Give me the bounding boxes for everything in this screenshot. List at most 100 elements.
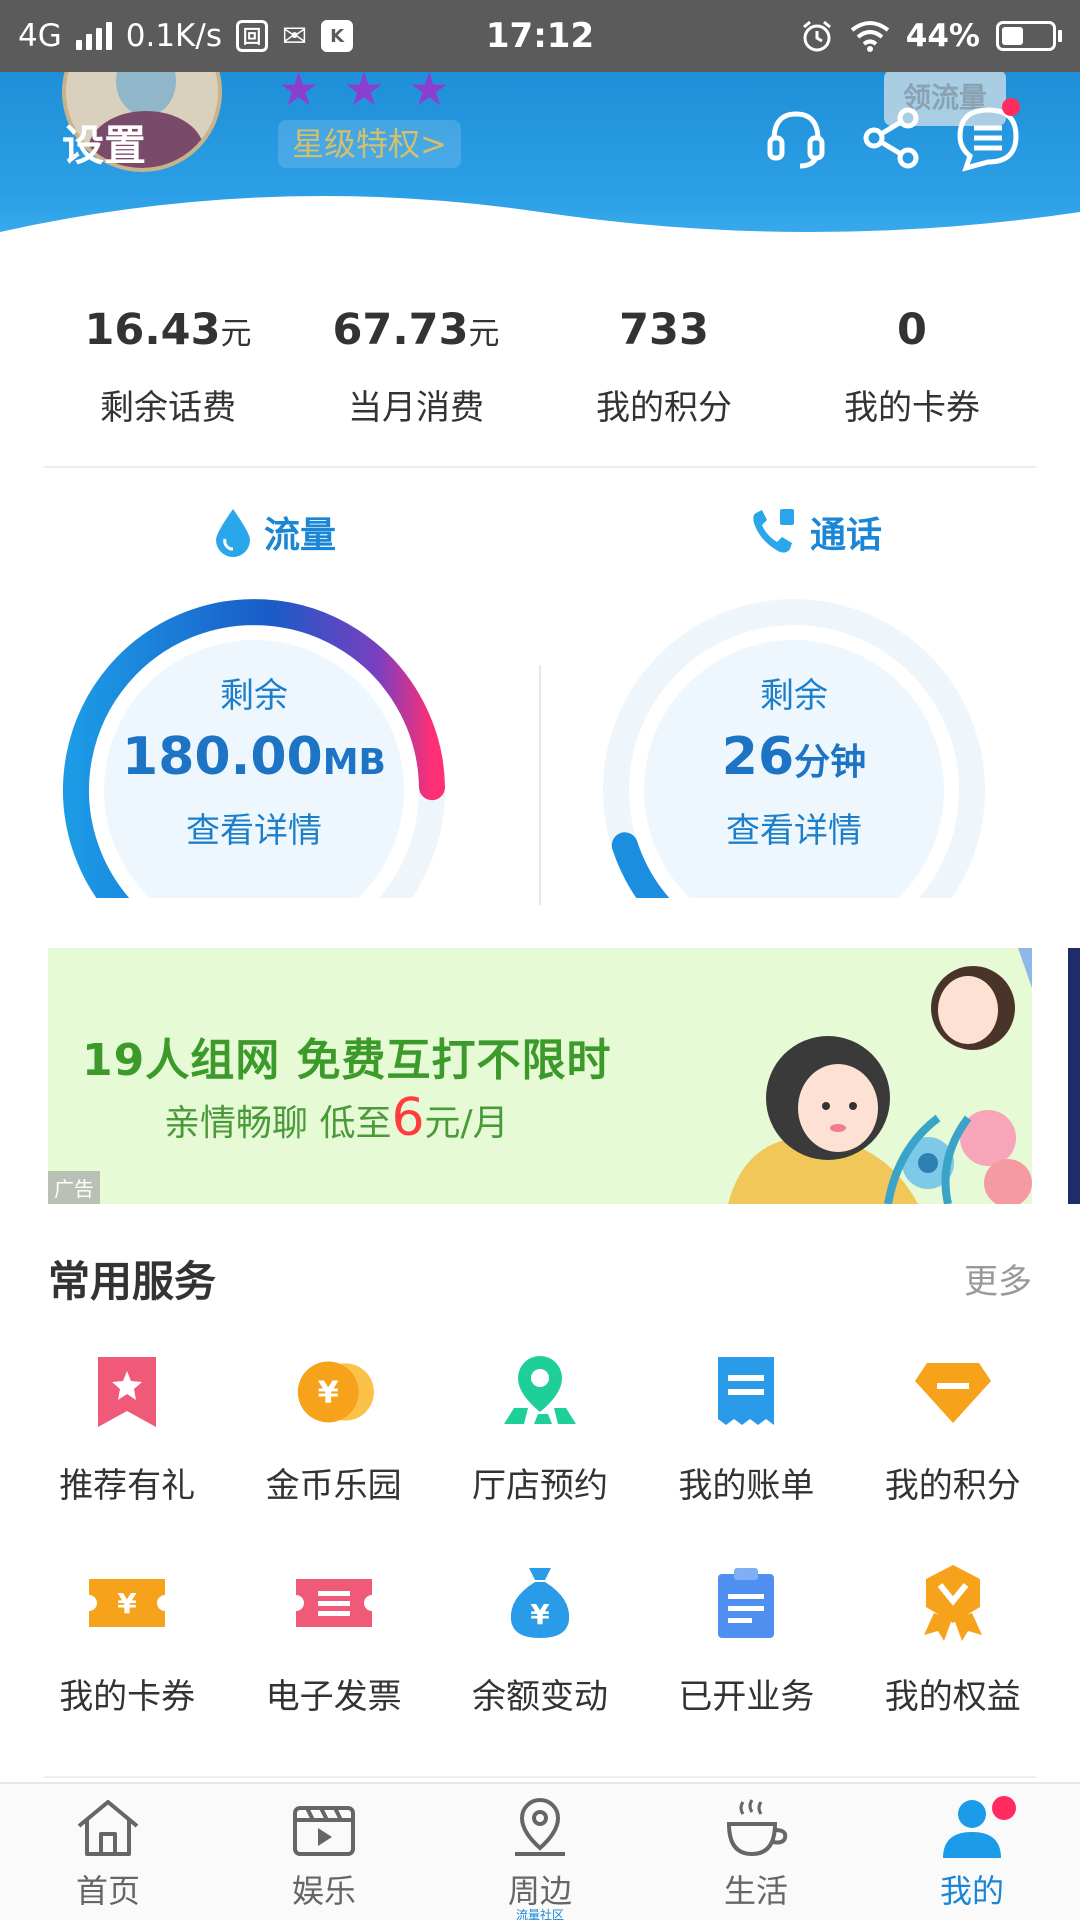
data-unit: MB: [322, 742, 386, 783]
bottom-tab-bar: 首页 娱乐 周边 流量社区 生活 我的: [0, 1782, 1080, 1920]
profile-header: ★ ★ ★ 设置 星级特权> 领流量: [0, 72, 1080, 272]
money-bag-icon: ¥: [510, 1568, 570, 1638]
stat-coupons[interactable]: 0 我的卡券: [788, 300, 1036, 466]
service-label: 我的积分: [884, 1466, 1021, 1506]
service-item-active-services[interactable]: 已开业务: [643, 1563, 849, 1718]
service-item-benefits[interactable]: 我的权益: [850, 1563, 1056, 1718]
service-label: 推荐有礼: [59, 1466, 196, 1506]
call-unit: 分钟: [794, 742, 867, 783]
stat-value: 67.73: [332, 305, 469, 355]
home-icon: [77, 1800, 139, 1856]
services-header: 常用服务 更多: [48, 1248, 1032, 1308]
stat-unit: 元: [220, 316, 252, 352]
call-gauge-label: 通话: [810, 515, 883, 556]
diamond-points-icon: [914, 1363, 991, 1423]
data-remaining-value: 180.00MB: [104, 717, 404, 803]
tab-label: 首页: [75, 1872, 140, 1910]
service-label: 金币乐园: [265, 1466, 402, 1506]
tab-mine[interactable]: 我的: [864, 1784, 1080, 1920]
services-grid: 推荐有礼 ¥ 金币乐园 厅店预约 我的账单 我的积分 ¥ 我的卡券 电子发票 ¥: [24, 1352, 1056, 1718]
star-rating: ★ ★ ★: [278, 72, 450, 116]
service-label: 厅店预约: [471, 1466, 608, 1506]
star-icon: ★: [343, 72, 385, 116]
map-pin-icon: [515, 1797, 565, 1856]
stat-value: 733: [619, 305, 709, 355]
stat-label: 剩余话费: [100, 388, 236, 428]
call-gauge-title: 通话: [750, 506, 882, 558]
data-value: 180.00: [122, 727, 323, 787]
ad-tag: 广告: [48, 1171, 100, 1204]
data-detail-link[interactable]: 查看详情: [104, 803, 404, 852]
banner-sub-before: 亲情畅聊 低至: [164, 1103, 392, 1144]
call-remaining-value: 26分钟: [644, 717, 944, 803]
stat-unit: 元: [468, 316, 500, 352]
share-icon[interactable]: [856, 102, 928, 174]
store-location-icon: [503, 1356, 576, 1424]
banner-subline: 亲情畅聊 低至6元/月: [164, 1088, 509, 1148]
service-label: 余额变动: [471, 1677, 608, 1717]
data-gauge[interactable]: 剩余 180.00MB 查看详情: [44, 580, 464, 920]
alarm-icon: [802, 20, 831, 52]
notification-dot: [992, 1796, 1016, 1820]
stat-value: 0: [897, 305, 927, 355]
service-item-bill[interactable]: 我的账单: [643, 1352, 849, 1507]
header-wave: [0, 196, 1080, 272]
video-clapper-icon: [293, 1806, 355, 1856]
tab-home[interactable]: 首页: [0, 1784, 216, 1920]
service-item-balance-change[interactable]: ¥ 余额变动: [437, 1563, 643, 1718]
data-gauge-text: 剩余 180.00MB 查看详情: [104, 668, 404, 852]
remaining-label: 剩余: [760, 676, 828, 716]
star-icon: ★: [278, 72, 320, 116]
next-banner-peek: [1068, 948, 1080, 1204]
services-more-link[interactable]: 更多: [964, 1254, 1032, 1303]
invoice-icon: [295, 1579, 372, 1627]
svg-text:¥: ¥: [530, 1598, 550, 1631]
divider: [44, 1776, 1036, 1778]
banner-price: 6: [391, 1088, 425, 1148]
tab-nearby[interactable]: 周边 流量社区: [432, 1784, 648, 1920]
stat-balance[interactable]: 16.43元 剩余话费: [44, 300, 292, 466]
phone-icon: [753, 509, 794, 553]
customer-service-icon[interactable]: [760, 102, 832, 174]
data-gauge-title: 流量: [214, 506, 336, 558]
tab-life[interactable]: 生活: [648, 1784, 864, 1920]
call-gauge-text: 剩余 26分钟 查看详情: [644, 668, 944, 852]
service-item-invoice[interactable]: 电子发票: [230, 1563, 436, 1718]
call-gauge[interactable]: 剩余 26分钟 查看详情: [584, 580, 1004, 920]
service-item-store-booking[interactable]: 厅店预约: [437, 1352, 643, 1507]
stat-points[interactable]: 733 我的积分: [540, 300, 788, 466]
service-label: 我的卡券: [59, 1677, 196, 1717]
tab-label: 我的: [939, 1872, 1004, 1910]
services-title: 常用服务: [48, 1257, 217, 1306]
gold-coin-icon: ¥: [297, 1361, 374, 1423]
service-item-recommend[interactable]: 推荐有礼: [24, 1352, 230, 1507]
service-item-gold-coin[interactable]: ¥ 金币乐园: [230, 1352, 436, 1507]
battery-icon: [996, 21, 1062, 51]
tab-entertainment[interactable]: 娱乐: [216, 1784, 432, 1920]
status-right: 44%: [800, 0, 1062, 72]
banner-illustration: [728, 948, 1032, 1204]
service-label: 我的权益: [884, 1677, 1021, 1717]
stat-value: 16.43: [84, 305, 221, 355]
promo-banner[interactable]: 19人组网 免费互打不限时 亲情畅聊 低至6元/月 广告: [48, 948, 1032, 1204]
banner-headline: 19人组网 免费互打不限时: [82, 1035, 612, 1086]
tab-label: 生活: [723, 1872, 788, 1910]
stat-monthly-spend[interactable]: 67.73元 当月消费: [292, 300, 540, 466]
gift-bookmark-icon: [98, 1357, 157, 1427]
call-detail-link[interactable]: 查看详情: [644, 803, 944, 852]
tab-label: 娱乐: [291, 1872, 356, 1910]
account-stats: 16.43元 剩余话费 67.73元 当月消费 733 我的积分 0 我的卡券: [44, 300, 1036, 468]
gauge-divider: [539, 665, 541, 905]
service-label: 我的账单: [678, 1466, 815, 1506]
service-item-points[interactable]: 我的积分: [850, 1352, 1056, 1507]
remaining-label: 剩余: [220, 676, 288, 716]
settings-link[interactable]: 设置: [62, 112, 146, 173]
stat-label: 我的积分: [596, 388, 732, 428]
star-privilege-link[interactable]: 星级特权>: [278, 120, 461, 168]
stat-label: 我的卡券: [844, 388, 980, 428]
service-item-coupons[interactable]: ¥ 我的卡券: [24, 1563, 230, 1718]
usage-gauges: 流量 通话 剩余 180.00MB 查看详情 剩余 26分钟 查看详情: [44, 470, 1036, 920]
data-gauge-label: 流量: [264, 515, 337, 556]
bill-icon: [718, 1357, 775, 1425]
svg-text:¥: ¥: [117, 1587, 137, 1620]
